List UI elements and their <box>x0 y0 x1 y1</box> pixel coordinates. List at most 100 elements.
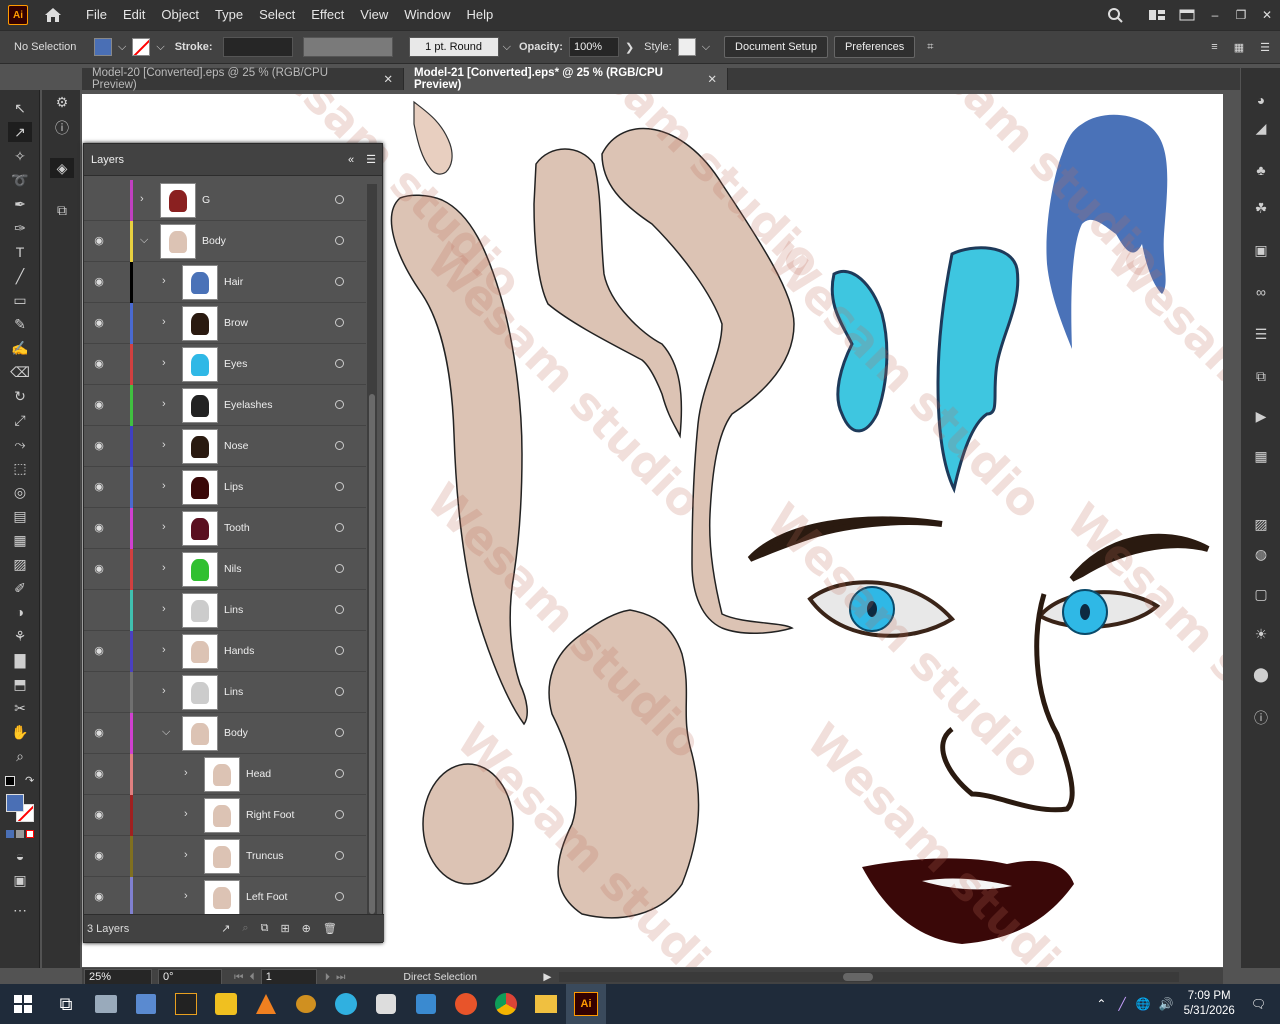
default-colors-icon[interactable] <box>5 776 15 786</box>
rectangle-tool-icon[interactable]: ▭ <box>8 290 32 310</box>
visibility-toggle[interactable] <box>92 193 106 207</box>
width-tool-icon[interactable]: ⤳ <box>8 434 32 454</box>
layers-scrollbar[interactable] <box>367 184 377 914</box>
artboard-field[interactable]: 1 <box>260 969 317 985</box>
menu-object[interactable]: Object <box>153 0 207 30</box>
illustrator-taskbar-icon[interactable]: Ai <box>566 984 606 1024</box>
minimize-button[interactable]: – <box>1202 8 1228 22</box>
pen-tool-icon[interactable]: ✒ <box>8 194 32 214</box>
visibility-eye-icon[interactable]: ◉ <box>92 398 106 412</box>
symbols-icon[interactable]: ☘ <box>1249 198 1273 218</box>
clock[interactable]: 7:09 PM 5/31/2026 <box>1184 989 1235 1019</box>
direct-selection-tool-icon[interactable]: ↗ <box>8 122 32 142</box>
layer-row[interactable]: ◉ › Tooth <box>84 508 366 549</box>
quick-actions-icon[interactable]: ⌗ <box>927 41 933 54</box>
eyedropper-tool-icon[interactable]: ✐ <box>8 578 32 598</box>
stroke-weight-field[interactable] <box>222 37 293 57</box>
layer-name[interactable]: Body <box>224 727 248 739</box>
layer-name[interactable]: Body <box>202 235 226 247</box>
visibility-eye-icon[interactable]: ◉ <box>92 234 106 248</box>
zoom-tool-icon[interactable]: ⌕ <box>8 746 32 766</box>
chevron-right-icon[interactable]: › <box>162 603 166 615</box>
color-icon[interactable]: ◕ <box>1249 90 1273 110</box>
panel-menu-icon[interactable]: ☰ <box>366 153 376 166</box>
info-icon[interactable]: ⓘ <box>50 118 74 138</box>
mesh-tool-icon[interactable]: ▦ <box>8 530 32 550</box>
visibility-eye-icon[interactable]: ◉ <box>92 726 106 740</box>
windows-start-icon[interactable] <box>0 984 46 1024</box>
visibility-toggle[interactable] <box>92 603 106 617</box>
layer-target-icon[interactable] <box>335 195 344 204</box>
gradient-panel-icon[interactable]: ▨ <box>1249 514 1273 534</box>
graph-tool-icon[interactable]: ▇ <box>8 650 32 670</box>
menu-type[interactable]: Type <box>207 0 251 30</box>
transparency-icon[interactable]: ◍ <box>1249 544 1273 564</box>
draw-mode-icon[interactable]: ◒ <box>8 846 32 866</box>
layer-row[interactable]: › Lins <box>84 672 366 713</box>
menu-view[interactable]: View <box>352 0 396 30</box>
layer-row[interactable]: ◉ › Right Foot <box>84 795 366 836</box>
app-icon-6[interactable] <box>406 984 446 1024</box>
network-icon[interactable]: 🌐 <box>1136 997 1151 1011</box>
layer-name[interactable]: Head <box>246 768 271 780</box>
visibility-eye-icon[interactable]: ◉ <box>92 316 106 330</box>
delete-icon[interactable]: 🗑 <box>323 922 337 935</box>
chevron-right-icon[interactable]: › <box>184 890 188 902</box>
layer-name[interactable]: Nils <box>224 563 242 575</box>
eraser-tool-icon[interactable]: ⌫ <box>8 362 32 382</box>
layer-target-icon[interactable] <box>335 810 344 819</box>
document-setup-button[interactable]: Document Setup <box>724 36 828 58</box>
visibility-eye-icon[interactable]: ◉ <box>92 767 106 781</box>
chevron-up-icon[interactable]: ⌃ <box>1096 997 1106 1011</box>
layer-row[interactable]: ◉ › Hair <box>84 262 366 303</box>
brushes-icon[interactable]: ☀ <box>1249 624 1273 644</box>
chevron-right-icon[interactable]: › <box>162 480 166 492</box>
layer-name[interactable]: Hair <box>224 276 243 288</box>
symbol-sprayer-tool-icon[interactable]: ⚘ <box>8 626 32 646</box>
chevron-right-icon[interactable]: › <box>162 398 166 410</box>
chevron-down-icon[interactable]: ⌵ <box>503 41 511 54</box>
file-explorer-icon[interactable] <box>526 984 566 1024</box>
layer-target-icon[interactable] <box>335 523 344 532</box>
visibility-eye-icon[interactable]: ◉ <box>92 480 106 494</box>
align-icon[interactable]: ≡ <box>1211 41 1217 53</box>
curvature-tool-icon[interactable]: ✑ <box>8 218 32 238</box>
app-icon-5[interactable] <box>366 984 406 1024</box>
layer-row[interactable]: ◉ › Head <box>84 754 366 795</box>
graphic-styles-icon[interactable]: ▦ <box>1249 446 1273 466</box>
more-tools-icon[interactable]: ⋯ <box>8 900 32 920</box>
paintbrush-tool-icon[interactable]: ✎ <box>8 314 32 334</box>
search-icon[interactable] <box>1100 7 1130 23</box>
fill-color-box[interactable] <box>6 794 24 812</box>
layer-target-icon[interactable] <box>335 400 344 409</box>
close-icon[interactable]: ✕ <box>707 72 717 86</box>
arrange-documents-icon[interactable] <box>1172 8 1202 22</box>
layer-name[interactable]: Right Foot <box>246 809 294 821</box>
chevron-right-icon[interactable]: › <box>162 685 166 697</box>
layer-name[interactable]: Left Foot <box>246 891 287 903</box>
home-icon[interactable] <box>38 0 68 30</box>
layer-name[interactable]: G <box>202 194 210 206</box>
layer-name[interactable]: Brow <box>224 317 248 329</box>
layer-target-icon[interactable] <box>335 851 344 860</box>
chevron-right-icon[interactable]: › <box>162 439 166 451</box>
chevron-down-icon[interactable]: ⌵ <box>156 41 164 54</box>
last-artboard-icon[interactable]: ⏭ <box>336 971 345 984</box>
visibility-eye-icon[interactable]: ◉ <box>92 849 106 863</box>
layer-target-icon[interactable] <box>335 236 344 245</box>
transform-panel-icon[interactable]: ▣ <box>1249 240 1273 260</box>
appearance-icon[interactable]: ▢ <box>1249 584 1273 604</box>
brush-definition[interactable]: 1 pt. Round <box>408 37 499 57</box>
stroke-panel-icon[interactable]: ⬤ <box>1249 664 1273 684</box>
magic-wand-tool-icon[interactable]: ✧ <box>8 146 32 166</box>
visibility-eye-icon[interactable]: ◉ <box>92 890 106 904</box>
collapse-panel-icon[interactable]: « <box>348 154 354 166</box>
layer-row[interactable]: ◉ › Nose <box>84 426 366 467</box>
chevron-right-icon[interactable]: › <box>162 275 166 287</box>
layer-name[interactable]: Eyelashes <box>224 399 272 411</box>
gradient-tool-icon[interactable]: ▨ <box>8 554 32 574</box>
layer-name[interactable]: Tooth <box>224 522 250 534</box>
restore-button[interactable]: ❐ <box>1228 8 1254 22</box>
visibility-toggle[interactable] <box>92 685 106 699</box>
layer-row[interactable]: ◉ › Brow <box>84 303 366 344</box>
